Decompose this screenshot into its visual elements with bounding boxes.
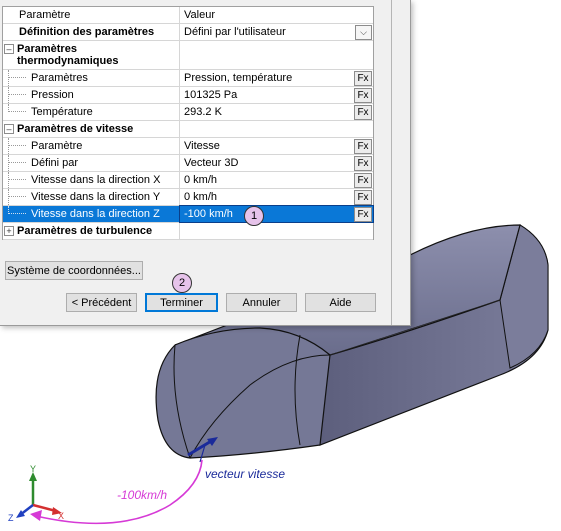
- fx-button[interactable]: Fx: [354, 173, 372, 188]
- grid-row-parameters[interactable]: Paramètres Pression, température Fx: [3, 70, 373, 87]
- fx-button[interactable]: Fx: [354, 190, 372, 205]
- grid-row-parameter[interactable]: Paramètre Vitesse Fx: [3, 138, 373, 155]
- grid-row-temperature[interactable]: Température 293.2 K Fx: [3, 104, 373, 121]
- grid-group-thermodynamic[interactable]: – Paramètres thermodynamiques: [3, 41, 373, 70]
- parameter-grid: Paramètre Valeur Définition des paramètr…: [2, 6, 374, 240]
- boundary-condition-dialog: Paramètre Valeur Définition des paramètr…: [0, 0, 411, 326]
- chevron-down-icon[interactable]: ⌵: [355, 25, 372, 40]
- collapse-icon[interactable]: –: [4, 44, 14, 54]
- grid-row-defined-by[interactable]: Défini par Vecteur 3D Fx: [3, 155, 373, 172]
- dialog-side-strip: [391, 0, 410, 325]
- fx-button[interactable]: Fx: [354, 71, 372, 86]
- triad-y-label: Y: [30, 464, 36, 474]
- step-badge-2: 2: [172, 273, 192, 293]
- grid-row-velocity-y[interactable]: Vitesse dans la direction Y 0 km/h Fx: [3, 189, 373, 206]
- fx-button[interactable]: Fx: [354, 156, 372, 171]
- help-button[interactable]: Aide: [305, 293, 376, 312]
- grid-row-pressure[interactable]: Pression 101325 Pa Fx: [3, 87, 373, 104]
- expand-icon[interactable]: +: [4, 226, 14, 236]
- grid-row-velocity-z[interactable]: Vitesse dans la direction Z -100 km/h Fx: [3, 205, 374, 223]
- grid-group-velocity[interactable]: – Paramètres de vitesse: [3, 121, 373, 138]
- previous-button[interactable]: < Précédent: [66, 293, 137, 312]
- grid-row-velocity-x[interactable]: Vitesse dans la direction X 0 km/h Fx: [3, 172, 373, 189]
- fx-button[interactable]: Fx: [354, 105, 372, 120]
- step-badge-1: 1: [244, 206, 264, 226]
- triad-x-label: X: [58, 511, 64, 521]
- cancel-button[interactable]: Annuler: [226, 293, 297, 312]
- triad-z-label: Z: [8, 513, 14, 523]
- fx-button[interactable]: Fx: [354, 207, 372, 222]
- header-value: Valeur: [184, 9, 215, 21]
- speed-label: -100km/h: [117, 488, 168, 502]
- fx-button[interactable]: Fx: [354, 88, 372, 103]
- grid-header: Paramètre Valeur: [3, 7, 373, 24]
- grid-row-parameter-definition[interactable]: Définition des paramètres Défini par l'u…: [3, 24, 373, 41]
- collapse-icon[interactable]: –: [4, 124, 14, 134]
- velocity-z-input[interactable]: -100 km/h: [184, 208, 233, 220]
- header-name: Paramètre: [19, 9, 71, 21]
- coordinate-system-button[interactable]: Système de coordonnées...: [5, 261, 143, 280]
- finish-button[interactable]: Terminer: [145, 293, 218, 312]
- grid-group-turbulence[interactable]: + Paramètres de turbulence: [3, 223, 373, 240]
- vector-label: vecteur vitesse: [205, 467, 286, 481]
- fx-button[interactable]: Fx: [354, 139, 372, 154]
